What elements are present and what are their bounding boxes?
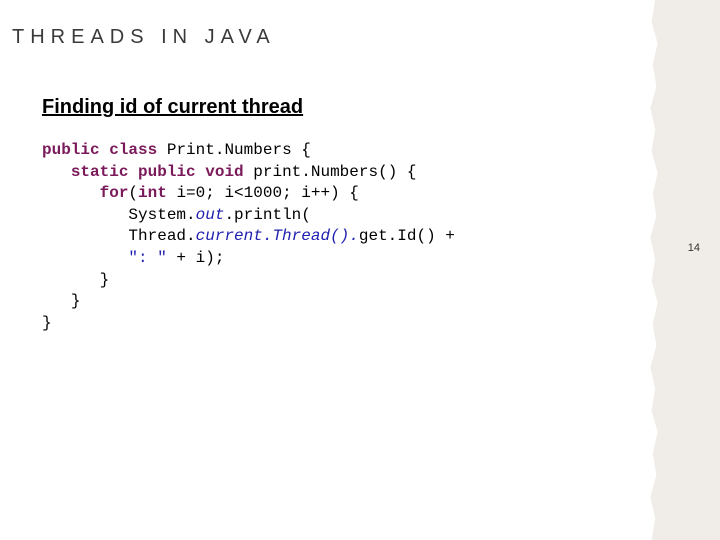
keyword-void: void — [205, 163, 243, 181]
code-text: Thread. — [128, 227, 195, 245]
keyword-class: class — [109, 141, 157, 159]
code-text: { — [397, 163, 416, 181]
code-brace: } — [42, 314, 52, 332]
code-text: .println( — [224, 206, 310, 224]
code-brace: } — [100, 271, 110, 289]
section-heading: Finding id of current thread — [42, 96, 303, 119]
keyword-public: public — [138, 163, 196, 181]
string-literal: ": " — [128, 249, 166, 267]
keyword-for: for — [100, 184, 129, 202]
code-brace: } — [71, 292, 81, 310]
keyword-int: int — [138, 184, 167, 202]
code-text: get.Id() + — [359, 227, 455, 245]
code-block: public class Print.Numbers { static publ… — [42, 140, 455, 334]
keyword-public: public — [42, 141, 100, 159]
keyword-static: static — [71, 163, 129, 181]
code-text: System. — [128, 206, 195, 224]
identifier-out: out — [196, 206, 225, 224]
code-text: i=0; i<1000; i++) { — [167, 184, 359, 202]
code-text: + i); — [167, 249, 225, 267]
code-text: ( — [128, 184, 138, 202]
slide-title: THREADS IN JAVA — [12, 26, 276, 49]
page-margin — [660, 0, 720, 540]
torn-paper-edge — [648, 0, 660, 540]
page-number: 14 — [688, 242, 700, 254]
identifier-currentthread: current.Thread(). — [196, 227, 359, 245]
method-name: print.Numbers() — [253, 163, 397, 181]
class-name: Print.Numbers — [167, 141, 292, 159]
code-text: { — [292, 141, 311, 159]
